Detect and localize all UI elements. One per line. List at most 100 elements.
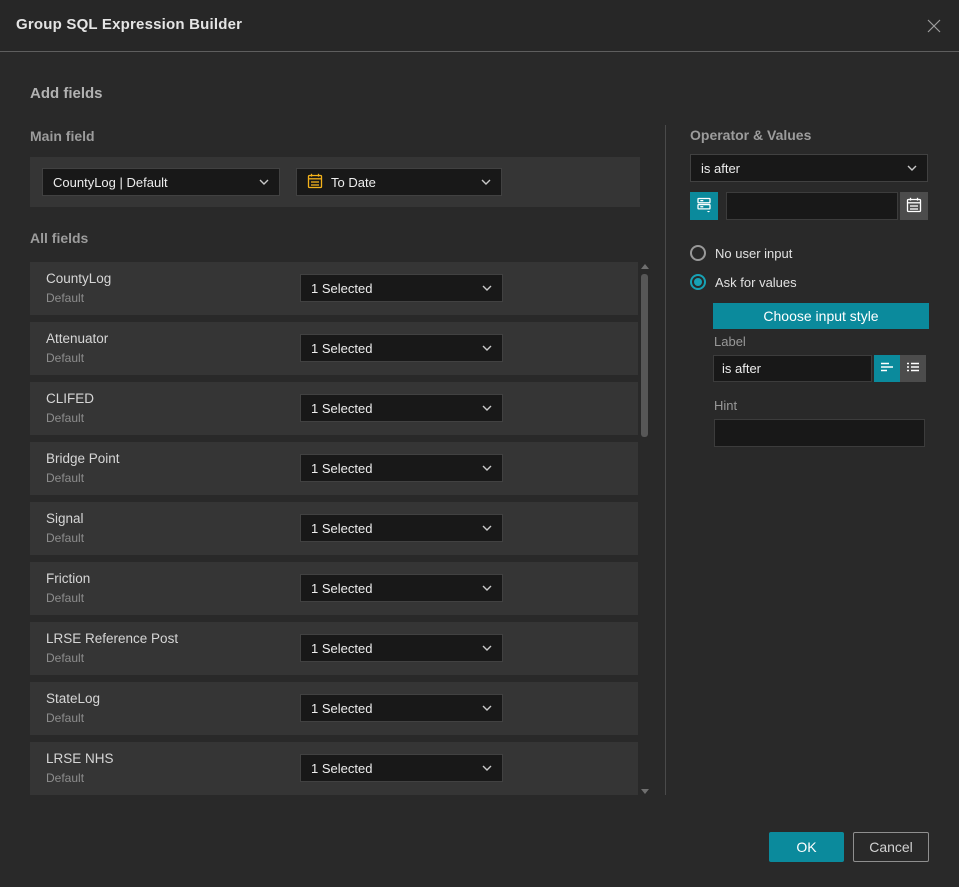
chevron-down-icon [482,285,492,291]
main-field-label: Main field [30,128,95,144]
main-field-dropdown[interactable]: CountyLog | Default [42,168,280,196]
close-icon[interactable] [924,16,944,36]
field-name: CountyLog [46,271,112,286]
calendar-icon [906,197,922,216]
chevron-down-icon [482,465,492,471]
field-selection-value: 1 Selected [311,580,373,596]
stacked-values-icon [696,196,713,216]
field-selection-dropdown[interactable]: 1 Selected [300,694,503,722]
field-type: Default [46,471,85,485]
field-selection-value: 1 Selected [311,640,373,656]
field-type: Default [46,711,85,725]
vertical-divider [665,125,666,795]
radio-selected-icon [690,274,706,290]
field-type: Default [46,771,85,785]
cancel-button[interactable]: Cancel [853,832,929,862]
main-field-type-dropdown[interactable]: To Date [296,168,502,196]
group-sql-expression-builder-dialog: Group SQL Expression Builder Add fields … [0,0,959,887]
field-row: Attenuator Default 1 Selected [30,322,638,375]
field-selection-value: 1 Selected [311,520,373,536]
scroll-up-arrow-icon[interactable] [641,264,649,269]
field-selection-value: 1 Selected [311,700,373,716]
operator-dropdown-value: is after [701,160,741,176]
field-selection-value: 1 Selected [311,460,373,476]
field-type: Default [46,351,85,365]
dialog-title: Group SQL Expression Builder [16,16,243,33]
main-field-panel: CountyLog | Default To Date [30,157,640,207]
scrollbar-thumb[interactable] [641,274,648,437]
field-selection-dropdown[interactable]: 1 Selected [300,334,503,362]
field-type: Default [46,411,85,425]
chevron-down-icon [482,705,492,711]
label-input[interactable] [713,355,872,382]
date-picker-button[interactable] [900,192,928,220]
field-name: Attenuator [46,331,109,346]
field-name: StateLog [46,691,101,706]
field-selection-value: 1 Selected [311,400,373,416]
chevron-down-icon [482,645,492,651]
chevron-down-icon [482,585,492,591]
all-fields-label: All fields [30,230,89,246]
list-input-style-button[interactable] [900,355,926,382]
chevron-down-icon [259,179,269,185]
main-field-type-value: To Date [331,174,376,190]
value-input-type-button[interactable] [690,192,718,220]
radio-no-user-input[interactable]: No user input [690,245,792,261]
chevron-down-icon [482,405,492,411]
field-row: CLIFED Default 1 Selected [30,382,638,435]
scroll-down-arrow-icon[interactable] [641,789,649,794]
field-name: Friction [46,571,91,586]
field-row: CountyLog Default 1 Selected [30,262,638,315]
calendar-icon [307,173,323,192]
field-selection-dropdown[interactable]: 1 Selected [300,634,503,662]
main-field-dropdown-value: CountyLog | Default [53,174,168,190]
fields-list-scrollbar[interactable] [641,262,649,796]
value-input[interactable] [726,192,898,220]
field-selection-dropdown[interactable]: 1 Selected [300,274,503,302]
hint-input[interactable] [714,419,925,447]
dialog-header: Group SQL Expression Builder [0,0,959,52]
field-name: LRSE Reference Post [46,631,179,646]
hint-caption: Hint [714,398,738,413]
operator-values-heading: Operator & Values [690,127,812,143]
add-fields-heading: Add fields [30,85,103,102]
field-name: Bridge Point [46,451,120,466]
choose-input-style-button[interactable]: Choose input style [713,303,929,329]
chevron-down-icon [481,179,491,185]
chevron-down-icon [482,765,492,771]
operator-dropdown[interactable]: is after [690,154,928,182]
field-row: LRSE Reference Post Default 1 Selected [30,622,638,675]
list-icon [906,360,920,377]
field-row: Friction Default 1 Selected [30,562,638,615]
align-left-icon [880,360,894,377]
chevron-down-icon [907,165,917,171]
field-row: LRSE NHS Default 1 Selected [30,742,638,795]
radio-ask-for-values[interactable]: Ask for values [690,274,797,290]
field-selection-dropdown[interactable]: 1 Selected [300,574,503,602]
radio-ask-for-values-label: Ask for values [715,274,797,290]
field-selection-dropdown[interactable]: 1 Selected [300,754,503,782]
all-fields-list: CountyLog Default 1 Selected Attenuator … [30,262,638,802]
field-selection-value: 1 Selected [311,340,373,356]
field-selection-value: 1 Selected [311,280,373,296]
field-type: Default [46,291,85,305]
field-selection-dropdown[interactable]: 1 Selected [300,514,503,542]
field-name: Signal [46,511,84,526]
ok-button[interactable]: OK [769,832,844,862]
field-selection-dropdown[interactable]: 1 Selected [300,454,503,482]
field-name: CLIFED [46,391,95,406]
field-type: Default [46,651,85,665]
radio-no-user-input-label: No user input [715,245,793,261]
field-selection-dropdown[interactable]: 1 Selected [300,394,503,422]
field-row: Bridge Point Default 1 Selected [30,442,638,495]
field-row: StateLog Default 1 Selected [30,682,638,735]
field-name: LRSE NHS [46,751,114,766]
field-row: Signal Default 1 Selected [30,502,638,555]
field-type: Default [46,591,85,605]
label-caption: Label [714,334,746,349]
single-line-input-style-button[interactable] [874,355,900,382]
field-type: Default [46,531,85,545]
chevron-down-icon [482,345,492,351]
field-selection-value: 1 Selected [311,760,373,776]
radio-unselected-icon [690,245,706,261]
